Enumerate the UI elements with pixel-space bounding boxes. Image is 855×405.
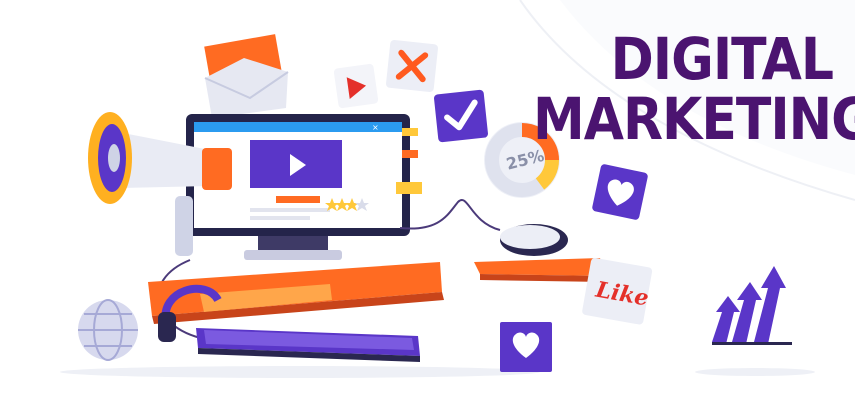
svg-text:×: × [372,123,379,132]
play-icon [333,63,379,109]
headline-line1: DIGITAL [610,26,834,94]
close-icon [386,40,438,92]
checkmark-icon [434,89,488,143]
headline: DIGITAL MARKETING [533,26,855,154]
envelope-icon [204,34,289,118]
computer-mouse-icon [500,224,568,256]
like-sticker-icon: Like [582,257,653,325]
globe-icon [78,299,138,361]
growth-arrows-icon [712,266,792,345]
headline-line2: MARKETING [533,86,855,154]
sticky-note [402,128,418,136]
cable [399,199,501,231]
sticky-note [402,150,418,158]
keyboard-icon [196,328,420,362]
sticky-note [396,182,422,194]
mouse-pad [474,258,606,276]
heart-icon [500,322,552,372]
heart-icon [592,164,648,220]
